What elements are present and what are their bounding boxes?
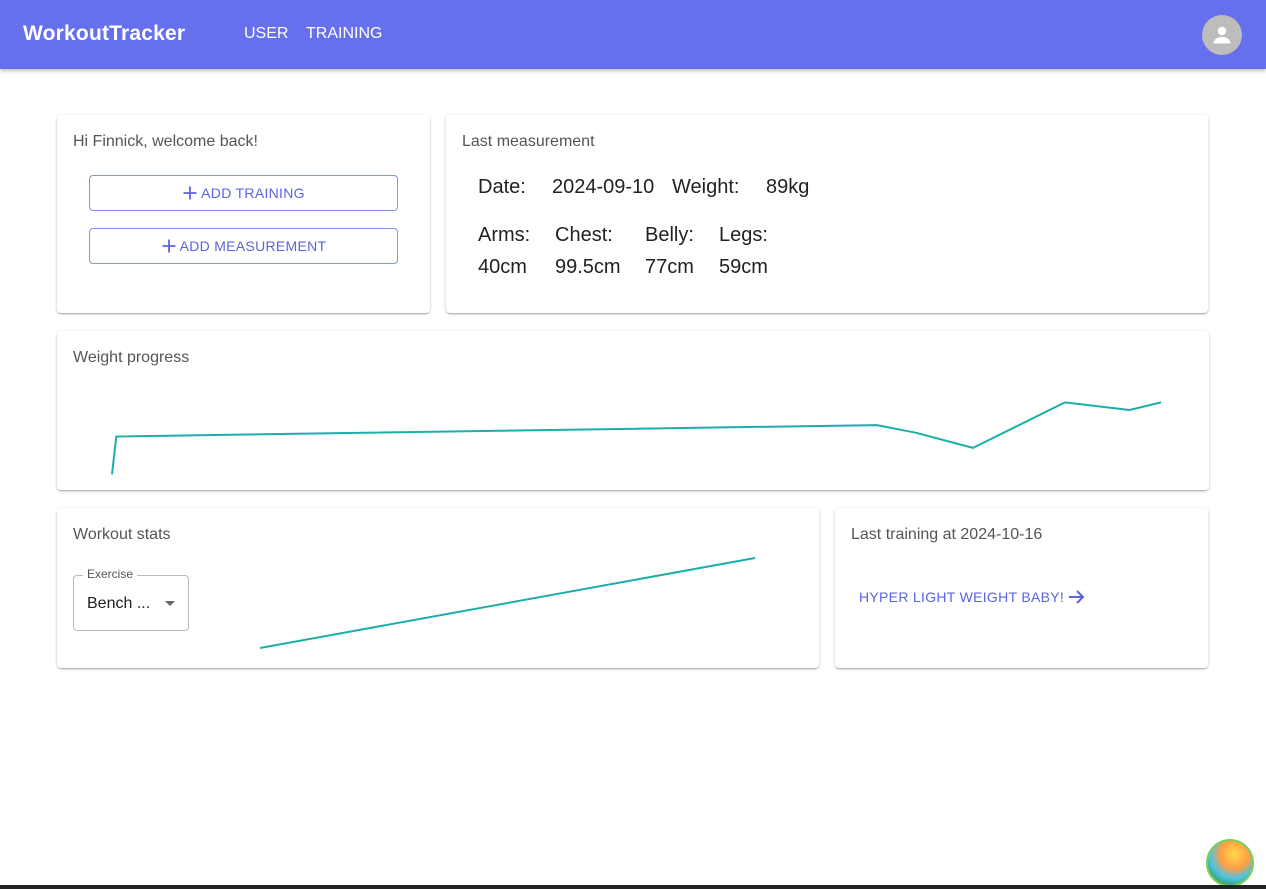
add-training-button[interactable]: ADD TRAINING [89,175,398,211]
last-training-link[interactable]: HYPER LIGHT WEIGHT BABY! [859,588,1087,606]
extension-badge-icon[interactable] [1206,839,1254,887]
workout-stats-chart [259,557,756,649]
plus-icon [162,239,176,253]
workout-stats-card: Workout stats Exercise Bench ... [57,508,819,668]
plus-icon [183,186,197,200]
workout-series-line [259,557,756,649]
weight-series-line [111,401,1162,475]
app-brand[interactable]: WorkoutTracker [23,22,185,46]
add-measurement-button[interactable]: ADD MEASUREMENT [89,228,398,264]
last-measurement-card: Last measurement Date: 2024-09-10 Weight… [446,115,1208,313]
date-label: Date: [478,176,526,198]
add-measurement-label: ADD MEASUREMENT [179,238,327,254]
app-bar: WorkoutTracker USER TRAINING [0,0,1266,69]
weight-value: 89kg [766,176,810,198]
add-training-label: ADD TRAINING [201,185,305,201]
belly-value: 77cm [645,256,694,278]
welcome-card: Hi Finnick, welcome back! ADD TRAINING A… [57,115,430,313]
legs-value: 59cm [719,256,768,278]
user-avatar[interactable] [1202,15,1242,55]
chest-value: 99.5cm [555,256,621,278]
welcome-greeting: Hi Finnick, welcome back! [73,133,258,150]
belly-label: Belly: [645,224,694,246]
bottom-divider [0,885,1266,889]
last-training-link-label: HYPER LIGHT WEIGHT BABY! [859,589,1065,605]
nav-training[interactable]: TRAINING [306,25,382,43]
arrow-right-icon [1069,590,1085,604]
weight-label: Weight: [672,176,740,198]
weight-progress-chart [111,401,1162,475]
last-training-title: Last training at 2024-10-16 [851,526,1043,543]
arms-value: 40cm [478,256,527,278]
date-value: 2024-09-10 [552,176,655,198]
last-training-card: Last training at 2024-10-16 HYPER LIGHT … [835,508,1208,668]
arms-label: Arms: [478,224,531,246]
account-circle-icon [1213,26,1231,44]
nav-user[interactable]: USER [244,25,288,43]
legs-label: Legs: [719,224,768,246]
chest-label: Chest: [555,224,613,246]
weight-progress-card: Weight progress [57,331,1209,490]
last-measurement-title: Last measurement [462,133,595,150]
